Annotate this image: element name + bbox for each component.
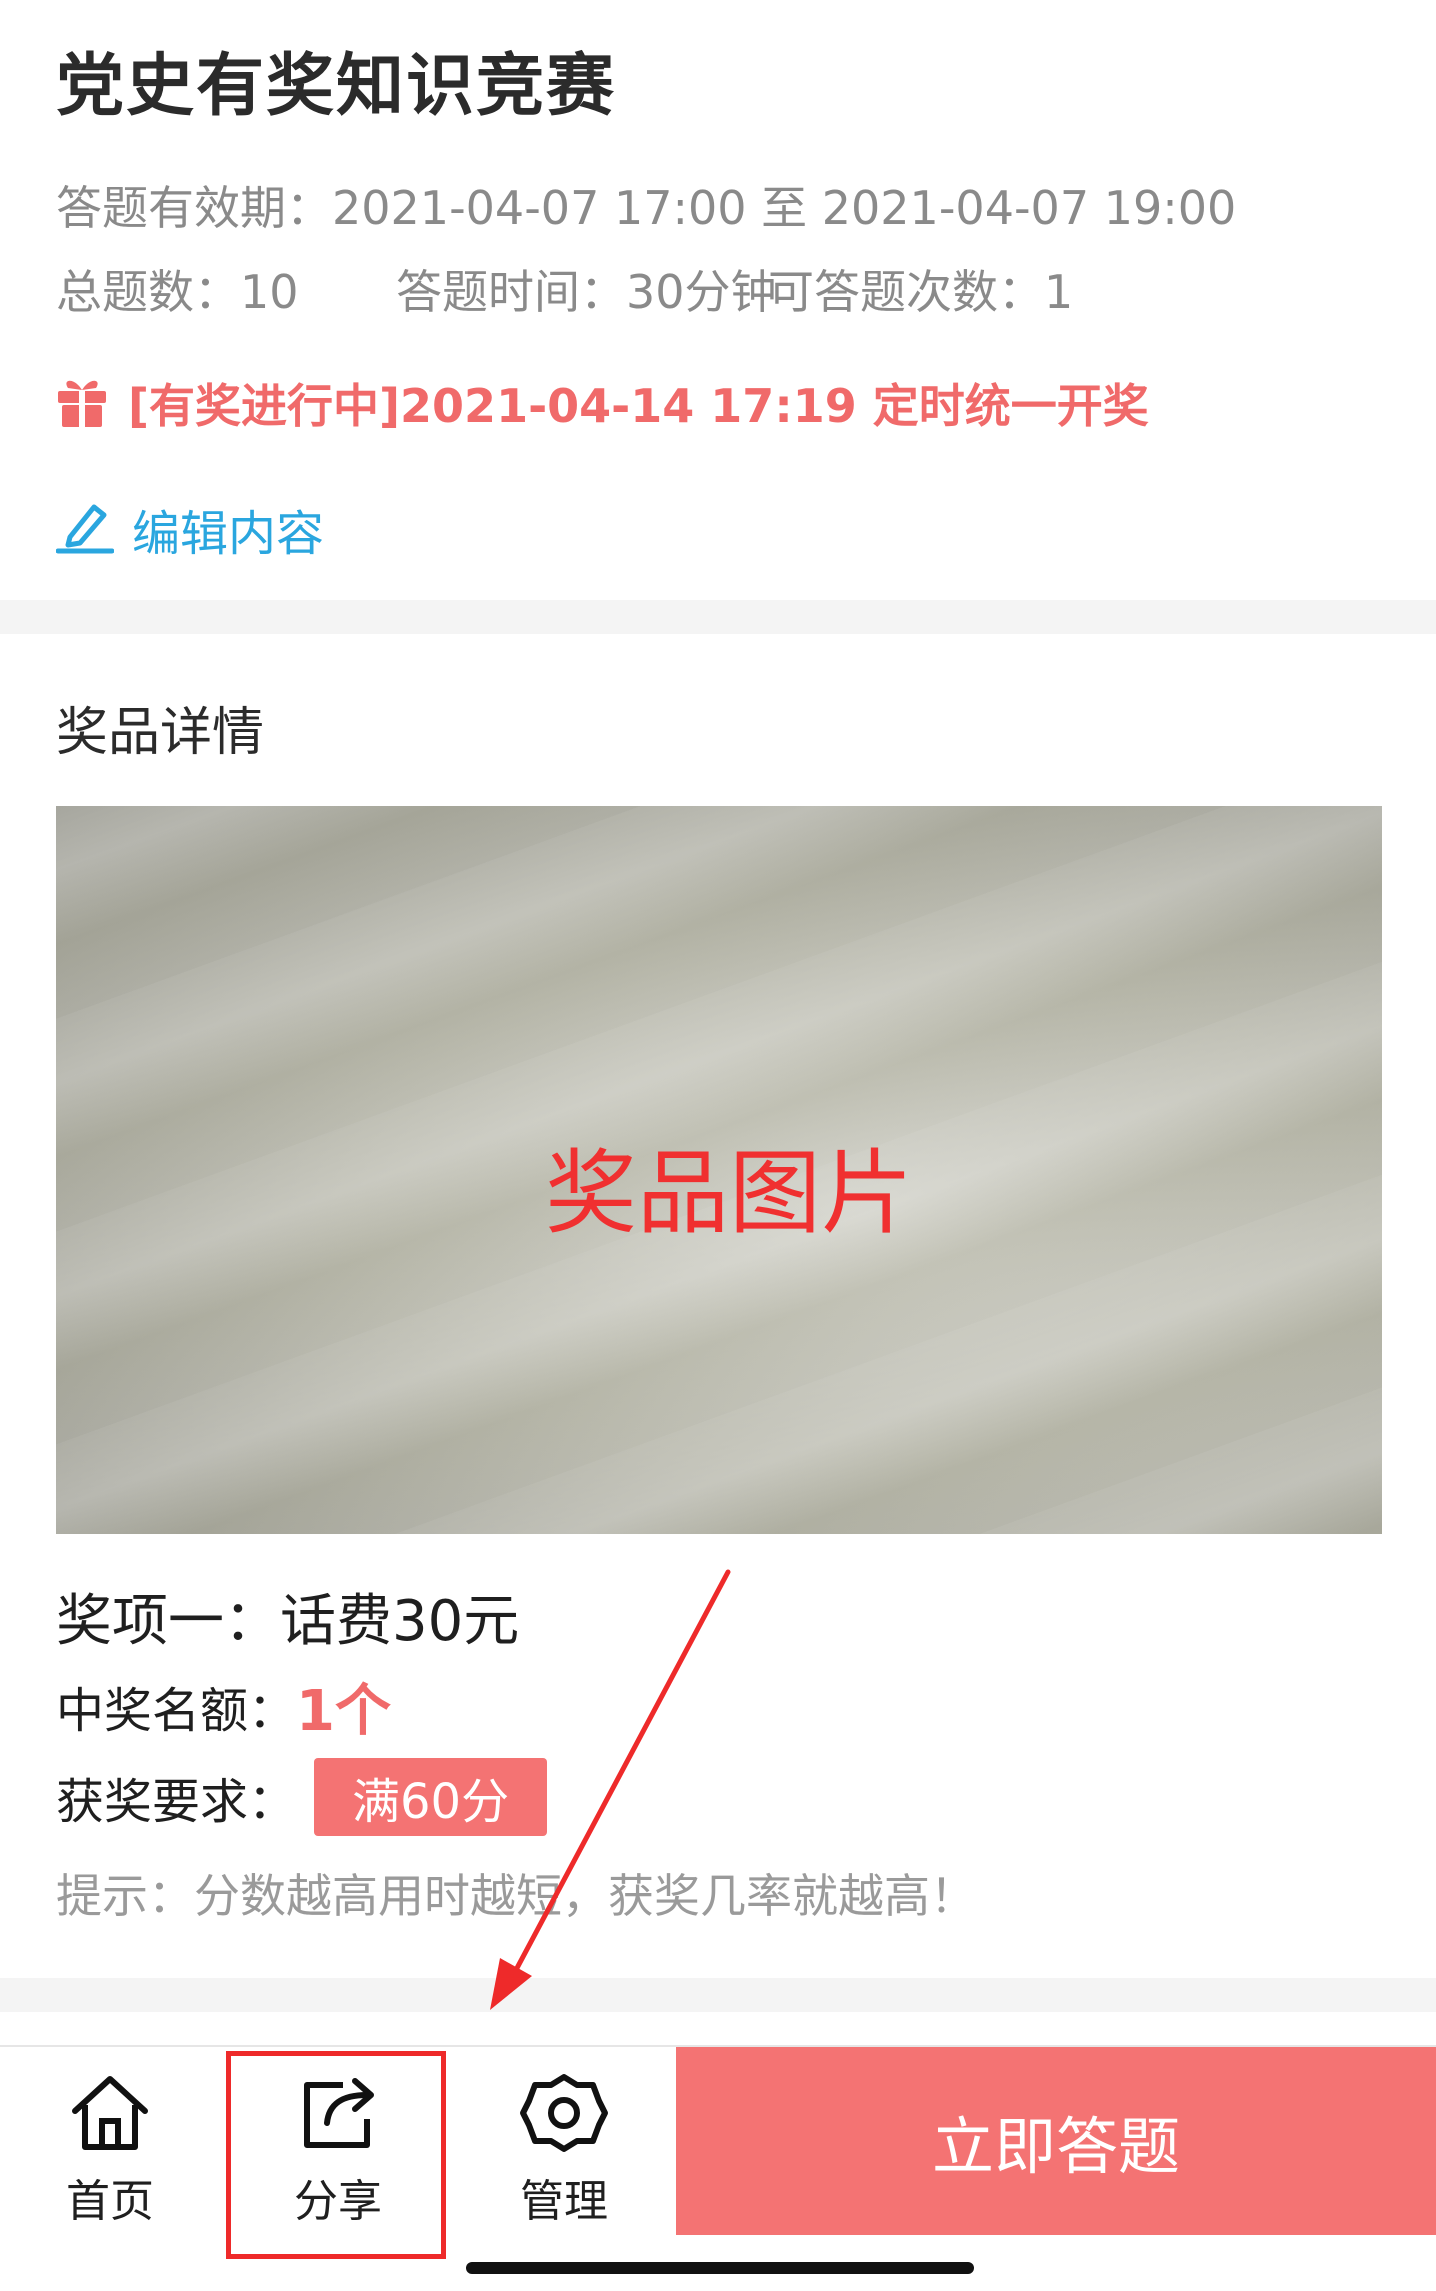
prize-status-text: [有奖进行中]2021-04-14 17:19 定时统一开奖 — [128, 379, 1149, 433]
quota-value: 1个 — [296, 1678, 391, 1744]
page-title: 党史有奖知识竞赛 — [56, 47, 617, 126]
prize-quota-row: 中奖名额： 1个 — [56, 1668, 391, 1744]
tab-manage-label: 管理 — [520, 2176, 608, 2227]
requirement-badge: 满60分 — [314, 1758, 548, 1836]
start-answer-button[interactable]: 立即答题 — [676, 2047, 1436, 2235]
tab-share-label: 分享 — [294, 2176, 382, 2227]
section-divider — [0, 600, 1436, 634]
attempts-text: 可答题次数：1 — [768, 265, 1074, 319]
share-icon — [293, 2047, 383, 2159]
edit-content-link[interactable]: 编辑内容 — [55, 494, 325, 564]
prize-status: [有奖进行中]2021-04-14 17:19 定时统一开奖 — [56, 368, 1149, 438]
edit-content-label: 编辑内容 — [132, 506, 325, 562]
prize-item-title: 奖项一：话费30元 — [56, 1589, 520, 1654]
quota-label: 中奖名额： — [56, 1683, 297, 1739]
home-indicator — [466, 2262, 974, 2274]
page: 党史有奖知识竞赛 答题有效期：2021-04-07 17:00 至 2021-0… — [0, 0, 1436, 2291]
prize-section-heading: 奖品详情 — [56, 703, 265, 763]
prize-tip-text: 提示：分数越高用时越短，获奖几率就越高！ — [56, 1869, 976, 1923]
quiz-info-card: 党史有奖知识竞赛 答题有效期：2021-04-07 17:00 至 2021-0… — [0, 0, 1436, 600]
answer-time-text: 答题时间：30分钟 — [396, 265, 777, 319]
valid-period-text: 答题有效期：2021-04-07 17:00 至 2021-04-07 19:0… — [56, 181, 1237, 235]
prize-requirement-row: 获奖要求： 满60分 — [56, 1758, 548, 1836]
tab-share[interactable]: 分享 — [228, 2047, 448, 2237]
home-icon — [65, 2047, 155, 2159]
prize-image-caption: 奖品图片 — [544, 1139, 913, 1247]
gift-icon — [56, 373, 108, 433]
section-divider-bottom — [0, 1978, 1436, 2012]
gear-icon — [519, 2047, 609, 2159]
tab-manage[interactable]: 管理 — [454, 2047, 674, 2237]
prize-image: 奖品图片 — [56, 806, 1382, 1534]
tab-home[interactable]: 首页 — [0, 2047, 220, 2237]
total-questions-text: 总题数：10 — [56, 265, 299, 319]
edit-pen-icon — [55, 499, 115, 559]
tab-home-label: 首页 — [66, 2176, 154, 2227]
requirement-label: 获奖要求： — [56, 1774, 297, 1830]
